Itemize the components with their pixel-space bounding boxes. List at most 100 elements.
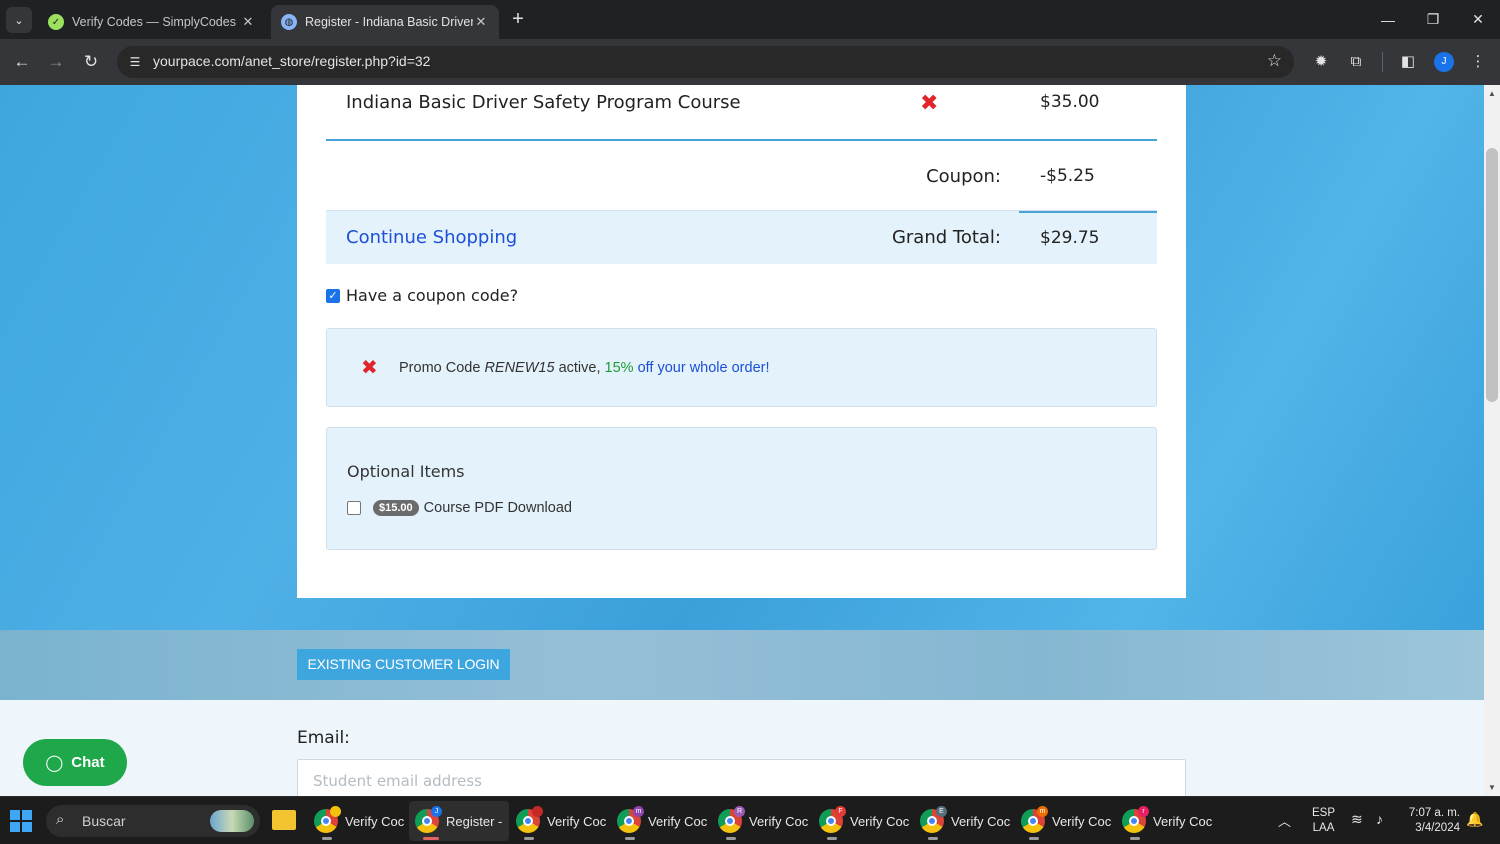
- running-indicator: [423, 837, 439, 840]
- close-tab-icon[interactable]: ✕: [473, 14, 489, 30]
- side-panel-icon[interactable]: ◧: [1397, 51, 1419, 73]
- bookmark-star-icon[interactable]: ☆: [1267, 51, 1282, 71]
- taskbar-app-chrome[interactable]: m Verify Coc: [1015, 801, 1115, 841]
- taskbar-app-label: Verify Coc: [1153, 813, 1213, 829]
- clock-time: 7:07 a. m.: [1408, 807, 1460, 819]
- coupon-row: Coupon: -$5.25: [326, 143, 1157, 211]
- address-bar[interactable]: ☰ yourpace.com/anet_store/register.php?i…: [117, 46, 1294, 78]
- taskbar-app-chrome[interactable]: E Verify Coc: [914, 801, 1014, 841]
- taskbar-app-chrome[interactable]: Verify Coc: [308, 801, 408, 841]
- remove-promo-icon[interactable]: ✖: [361, 355, 378, 380]
- coupon-label: Coupon:: [926, 166, 1001, 187]
- tab-title: Verify Codes — SimplyCodes: [72, 15, 236, 29]
- taskbar-search[interactable]: ⌕ Buscar: [46, 805, 260, 837]
- back-arrow-icon[interactable]: ←: [10, 50, 34, 74]
- taskbar-app-chrome[interactable]: r Verify Coc: [1116, 801, 1216, 841]
- continue-shopping-link[interactable]: Continue Shopping: [346, 227, 517, 248]
- running-indicator: [322, 837, 332, 840]
- optional-items-box: Optional Items $15.00 Course PDF Downloa…: [326, 427, 1157, 550]
- chevron-down-icon: ⌄: [14, 14, 24, 27]
- taskbar-app-label: Verify Coc: [850, 813, 910, 829]
- chrome-icon: R: [718, 806, 745, 833]
- tab-verify-codes[interactable]: ✓ Verify Codes — SimplyCodes ✕: [38, 5, 266, 39]
- coupon-checkbox[interactable]: ✓: [326, 288, 340, 303]
- chrome-icon: F: [819, 806, 846, 833]
- product-name: Indiana Basic Driver Safety Program Cour…: [346, 92, 741, 113]
- page-viewport: Indiana Basic Driver Safety Program Cour…: [0, 85, 1484, 796]
- existing-customer-login-button[interactable]: EXISTING CUSTOMER LOGIN: [297, 649, 510, 680]
- optional-items-title: Optional Items: [347, 462, 465, 481]
- profile-badge: F: [835, 806, 846, 817]
- coupon-checkbox-label[interactable]: Have a coupon code?: [346, 286, 518, 305]
- keyboard-layout: LAA: [1312, 822, 1335, 834]
- optional-item-checkbox[interactable]: [347, 501, 361, 515]
- site-settings-icon[interactable]: ☰: [125, 52, 145, 72]
- file-explorer-icon[interactable]: [272, 810, 296, 830]
- wifi-icon[interactable]: ≋: [1351, 811, 1363, 828]
- language-code: ESP: [1312, 807, 1336, 819]
- simplycodes-favicon-icon: ✓: [48, 14, 64, 30]
- restore-icon[interactable]: ❐: [1410, 0, 1456, 39]
- profile-avatar[interactable]: J: [1434, 52, 1454, 72]
- tab-search-button[interactable]: ⌄: [6, 7, 32, 33]
- taskbar-app-label: Verify Coc: [547, 813, 607, 829]
- system-clock[interactable]: 7:07 a. m. 3/4/2024: [1404, 806, 1460, 836]
- promo-suffix: off your whole order!: [633, 360, 770, 376]
- profile-badge: r: [1138, 806, 1149, 817]
- forward-arrow-icon[interactable]: →: [44, 50, 68, 74]
- toolbar-divider: [1382, 52, 1383, 72]
- remove-item-icon[interactable]: ✖: [920, 90, 938, 116]
- extension-bug-icon[interactable]: ✹: [1310, 51, 1332, 73]
- profile-badge: E: [936, 806, 947, 817]
- grand-total-value: $29.75: [1040, 228, 1100, 248]
- login-band: EXISTING CUSTOMER LOGIN: [0, 630, 1484, 700]
- notifications-icon[interactable]: 🔔: [1466, 811, 1483, 828]
- optional-item[interactable]: $15.00 Course PDF Download: [347, 500, 572, 516]
- taskbar-app-chrome[interactable]: m Verify Coc: [611, 801, 711, 841]
- search-icon: ⌕: [56, 811, 65, 828]
- browser-tab-strip: ⌄ ✓ Verify Codes — SimplyCodes ✕ ◍ Regis…: [0, 0, 1500, 39]
- coupon-toggle[interactable]: ✓ Have a coupon code?: [326, 286, 518, 305]
- profile-badge: [330, 806, 341, 817]
- running-indicator: [827, 837, 837, 840]
- close-window-icon[interactable]: ✕: [1455, 0, 1500, 39]
- chrome-icon: m: [1021, 806, 1048, 833]
- optional-item-label[interactable]: Course PDF Download: [424, 500, 572, 516]
- chat-button[interactable]: ◯ Chat: [23, 739, 127, 786]
- chrome-icon: J: [415, 806, 442, 833]
- running-indicator: [625, 837, 635, 840]
- running-indicator: [1029, 837, 1039, 840]
- scrollbar-thumb[interactable]: [1486, 148, 1498, 402]
- tab-register[interactable]: ◍ Register - Indiana Basic Driver S ✕: [271, 5, 499, 39]
- clock-date: 3/4/2024: [1415, 822, 1460, 834]
- new-tab-button[interactable]: +: [507, 8, 529, 30]
- chrome-icon: r: [1122, 806, 1149, 833]
- chrome-icon: E: [920, 806, 947, 833]
- volume-icon[interactable]: ♪: [1376, 811, 1383, 827]
- running-indicator: [524, 837, 534, 840]
- taskbar-app-chrome[interactable]: R Verify Coc: [712, 801, 812, 841]
- minimize-icon[interactable]: —: [1365, 0, 1411, 39]
- email-input[interactable]: [297, 759, 1186, 796]
- input-language[interactable]: ESP LAA: [1312, 806, 1335, 836]
- price-badge: $15.00: [373, 500, 419, 516]
- taskbar-app-chrome[interactable]: F Verify Coc: [813, 801, 913, 841]
- taskbar-app-chrome[interactable]: Verify Coc: [510, 801, 610, 841]
- scroll-down-arrow-icon[interactable]: ▼: [1484, 780, 1500, 796]
- close-tab-icon[interactable]: ✕: [240, 14, 256, 30]
- scroll-up-arrow-icon[interactable]: ▲: [1484, 86, 1500, 102]
- puzzle-extensions-icon[interactable]: ⧉: [1345, 51, 1367, 73]
- profile-badge: m: [1037, 806, 1048, 817]
- profile-badge: J: [431, 806, 442, 817]
- profile-badge: m: [633, 806, 644, 817]
- taskbar-app-label: Verify Coc: [648, 813, 708, 829]
- show-hidden-icons-icon[interactable]: ︿: [1278, 811, 1291, 830]
- url-text[interactable]: yourpace.com/anet_store/register.php?id=…: [153, 53, 430, 69]
- promo-prefix: Promo Code: [399, 360, 485, 376]
- reload-icon[interactable]: ↻: [79, 50, 103, 74]
- windows-start-icon[interactable]: [10, 810, 32, 832]
- kebab-menu-icon[interactable]: ⋮: [1467, 51, 1489, 73]
- globe-favicon-icon: ◍: [281, 14, 297, 30]
- taskbar-app-chrome[interactable]: J Register -: [409, 801, 509, 841]
- windows-taskbar: ⌕ Buscar Verify Coc J Register - Verify …: [0, 796, 1500, 844]
